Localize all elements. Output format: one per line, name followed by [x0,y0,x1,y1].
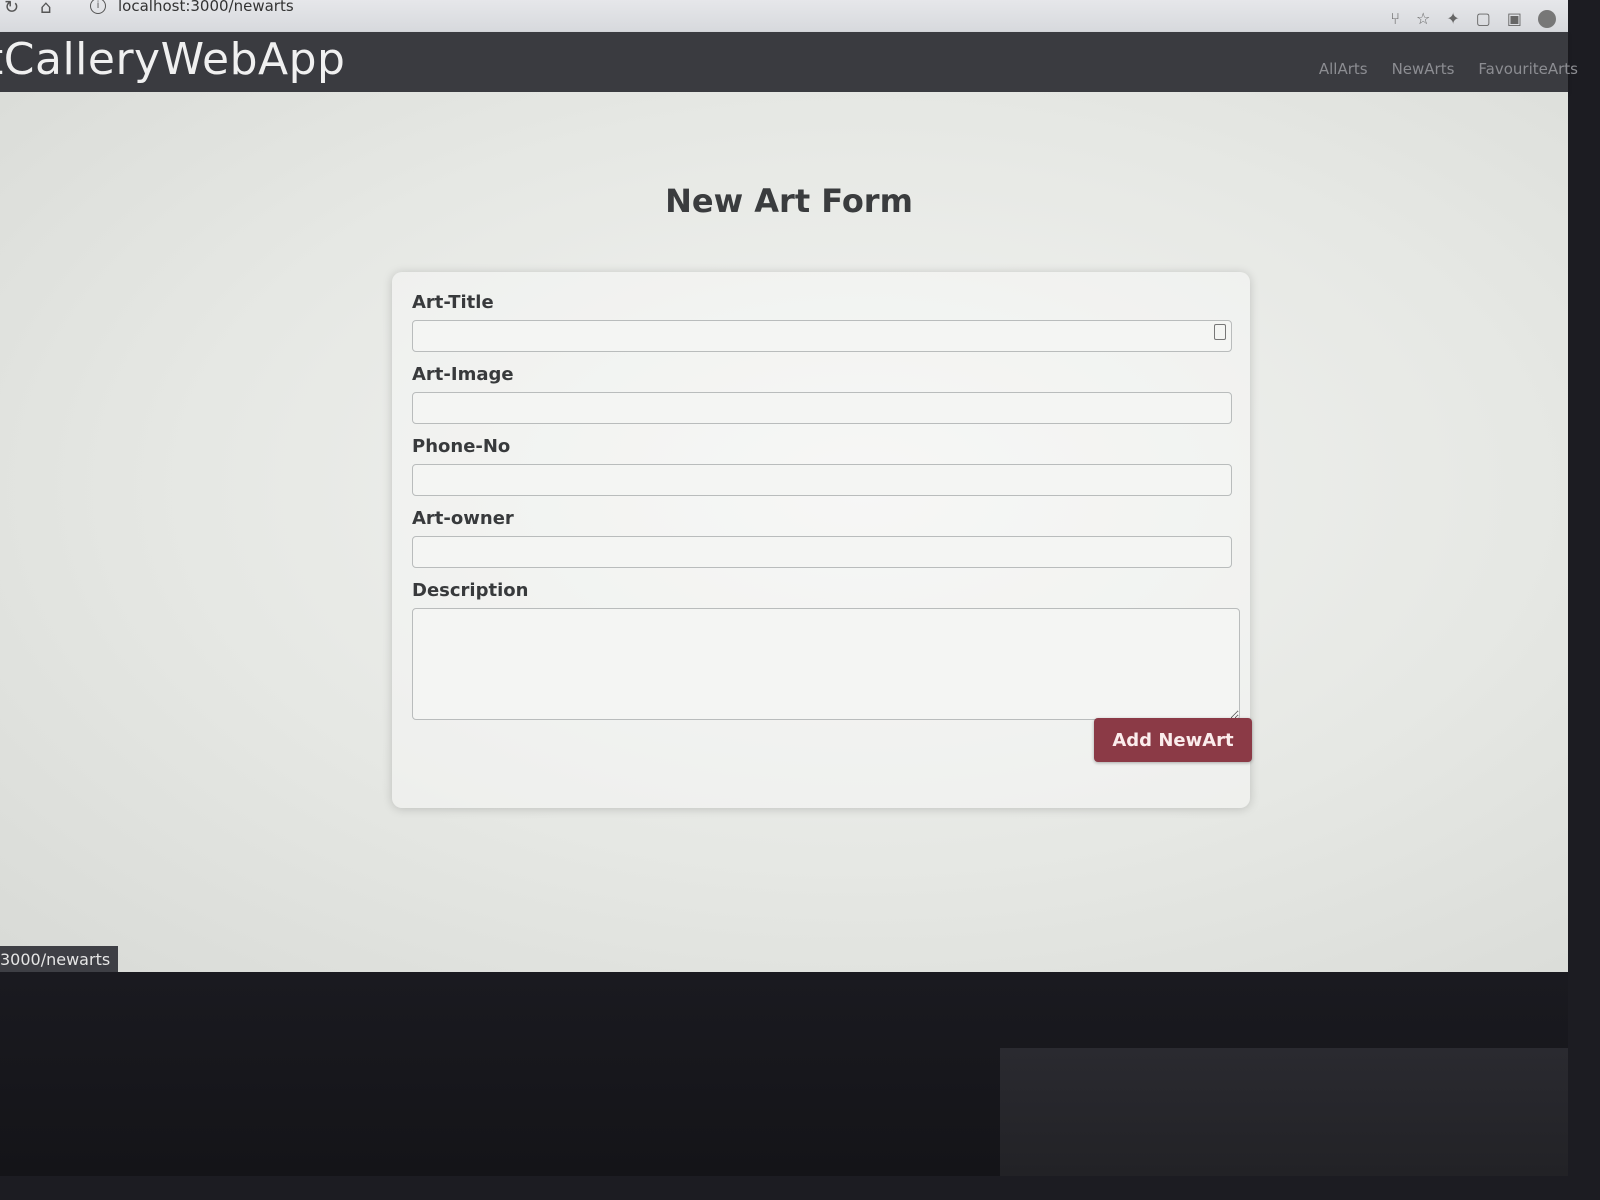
art-image-input[interactable] [412,392,1232,424]
phone-no-input[interactable] [412,464,1232,496]
nav-links: AllArts NewArts FavouriteArts [1319,60,1578,78]
browser-toolbar-icons: ⑂ ☆ ✦ ▢ ▣ [1390,10,1556,28]
app-navbar: tCalleryWebApp AllArts NewArts Favourite… [0,32,1578,92]
nav-link-all-arts[interactable]: AllArts [1319,60,1368,78]
site-info-icon[interactable]: i [90,0,106,14]
extensions-icon[interactable]: ✦ [1446,10,1459,28]
page-title: New Art Form [665,182,913,220]
description-textarea[interactable] [412,608,1240,720]
description-label: Description [412,580,529,601]
nav-link-new-arts[interactable]: NewArts [1392,60,1455,78]
browser-toolbar: ↻ ⌂ i localhost:3000/newarts ⑂ ☆ ✦ ▢ ▣ [0,0,1568,35]
art-title-input[interactable] [412,320,1232,352]
main-content: New Art Form Art-Title Art-Image Phone-N… [0,92,1568,972]
status-bar-link-preview: 3000/newarts [0,946,119,972]
laptop-base [1000,1048,1568,1176]
art-owner-input[interactable] [412,536,1232,568]
brand-title[interactable]: tCalleryWebApp [0,34,345,85]
phone-no-label: Phone-No [412,436,511,457]
reload-icon[interactable]: ↻ [4,0,19,17]
address-bar-url[interactable]: localhost:3000/newarts [118,0,294,15]
art-image-label: Art-Image [412,364,514,385]
profile-icon[interactable] [1538,10,1556,28]
add-new-art-button[interactable]: Add NewArt [1094,718,1252,762]
sidebar-icon[interactable]: ▣ [1507,10,1522,28]
home-icon[interactable]: ⌂ [40,0,51,17]
autofill-icon[interactable] [1214,324,1226,340]
art-title-label: Art-Title [412,292,494,313]
new-art-form: Art-Title Art-Image Phone-No Art-owner D… [392,272,1252,808]
share-icon[interactable]: ⑂ [1390,10,1400,28]
art-owner-label: Art-owner [412,508,514,529]
nav-link-favourite-arts[interactable]: FavouriteArts [1478,60,1578,78]
tab-search-icon[interactable]: ▢ [1476,10,1491,28]
bookmark-star-icon[interactable]: ☆ [1416,10,1430,28]
